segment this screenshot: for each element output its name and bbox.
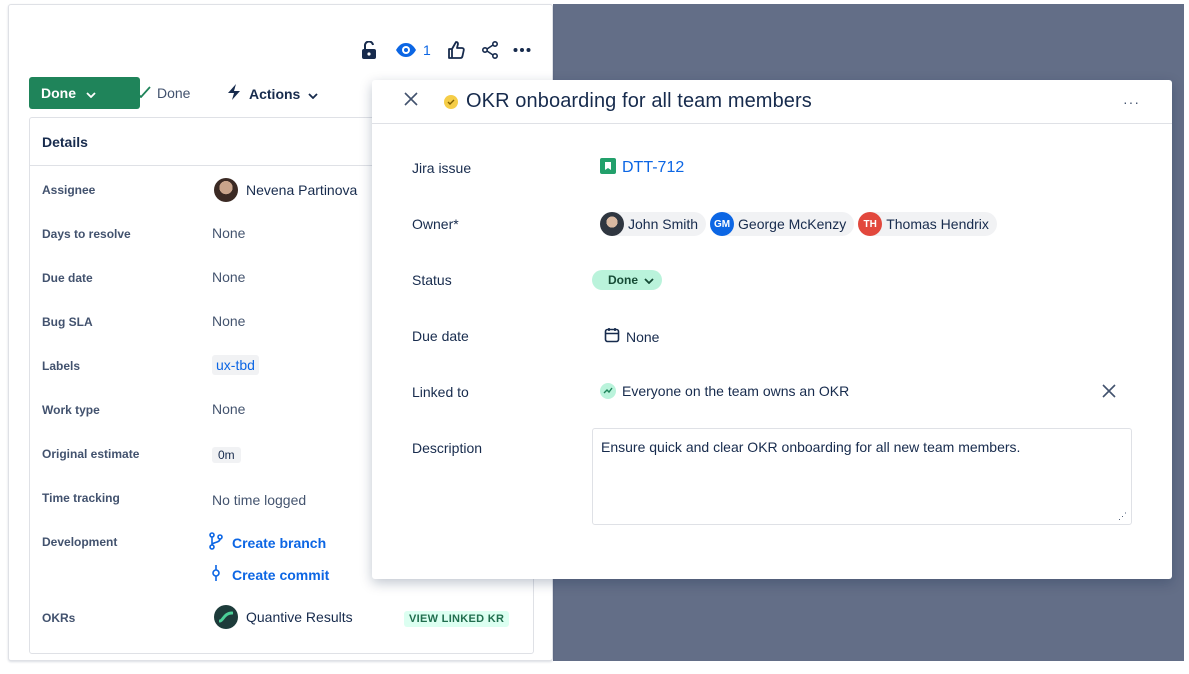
avatar: GM — [710, 212, 735, 236]
chevron-down-icon — [644, 273, 654, 287]
bookmark-icon — [600, 158, 616, 177]
avatar — [214, 178, 238, 202]
days-to-resolve-value[interactable]: None — [212, 225, 245, 241]
work-type-value[interactable]: None — [212, 401, 245, 417]
create-branch-label: Create branch — [232, 534, 327, 551]
okr-app-name: Quantive Results — [246, 609, 353, 625]
status-label: Status — [412, 272, 452, 288]
field-label-days-to-resolve: Days to resolve — [42, 227, 131, 241]
status-value: Done — [592, 270, 662, 290]
description-label: Description — [412, 440, 483, 456]
original-estimate-value[interactable]: 0m — [212, 447, 241, 463]
assignee-value[interactable]: Nevena Partinova — [214, 178, 357, 202]
branch-icon — [208, 532, 224, 553]
field-label-assignee: Assignee — [42, 183, 96, 197]
eye-icon[interactable] — [395, 42, 417, 58]
owner-label: Owner* — [412, 216, 459, 232]
field-label-original-estimate: Original estimate — [42, 447, 140, 461]
owner-chip[interactable]: John Smith — [600, 212, 707, 236]
chevron-down-icon — [308, 86, 318, 102]
actions-label: Actions — [249, 85, 301, 102]
field-label-okrs: OKRs — [42, 611, 76, 625]
resolution-label: Done — [157, 85, 191, 101]
field-label-development: Development — [42, 535, 118, 549]
jira-issue-link[interactable]: DTT-712 — [600, 158, 684, 177]
thumbs-up-icon[interactable] — [447, 41, 465, 59]
status-dropdown-label: Done — [608, 273, 638, 287]
modal-title[interactable]: OKR onboarding for all team members — [466, 90, 812, 113]
owner-list: John Smith GM George McKenzy TH Thomas H… — [600, 212, 1001, 236]
field-label-labels: Labels — [42, 359, 81, 373]
commit-icon — [208, 564, 224, 585]
jira-issue-label: Jira issue — [412, 160, 472, 176]
share-icon[interactable] — [481, 41, 499, 59]
create-commit-label: Create commit — [232, 566, 330, 583]
status-transition-button[interactable]: Done — [29, 77, 140, 109]
linked-to-value[interactable]: Everyone on the team owns an OKR — [600, 383, 849, 399]
field-label-bug-sla: Bug SLA — [42, 315, 93, 329]
status-button-label: Done — [41, 85, 76, 101]
more-options-button[interactable]: ··· — [1123, 94, 1140, 110]
okr-detail-modal: OKR onboarding for all team members ··· … — [372, 80, 1172, 579]
linked-okr-title: Everyone on the team owns an OKR — [622, 383, 850, 399]
due-date-text: None — [626, 328, 660, 345]
okrs-value[interactable]: Quantive Results — [214, 605, 353, 629]
field-label-work-type: Work type — [42, 403, 100, 417]
watch-count[interactable]: 1 — [423, 42, 431, 58]
time-tracking-value[interactable]: No time logged — [212, 492, 306, 508]
issue-toolbar: 1 — [361, 41, 531, 59]
close-icon[interactable] — [404, 92, 418, 111]
status-dropdown[interactable]: Done — [592, 270, 662, 290]
description-field[interactable]: Ensure quick and clear OKR onboarding fo… — [592, 428, 1132, 525]
estimate-tag: 0m — [212, 447, 241, 463]
linked-to-label: Linked to — [412, 384, 469, 400]
assignee-name: Nevena Partinova — [246, 182, 358, 198]
avatar — [600, 212, 624, 236]
owner-chip[interactable]: GM George McKenzy — [710, 212, 855, 236]
create-branch-link[interactable]: Create branch — [208, 532, 326, 553]
owner-name: George McKenzy — [738, 216, 847, 232]
field-label-due-date: Due date — [42, 271, 93, 285]
chevron-down-icon — [86, 85, 96, 101]
calendar-icon — [604, 327, 620, 346]
view-linked-kr-button[interactable]: VIEW LINKED KR — [404, 611, 510, 627]
remove-link-icon[interactable] — [1102, 384, 1116, 403]
due-date-value[interactable]: None — [212, 269, 245, 285]
more-horizontal-icon[interactable] — [513, 47, 531, 53]
label-tag[interactable]: ux-tbd — [212, 355, 259, 375]
resolution-indicator: Done — [135, 85, 190, 101]
bug-sla-value[interactable]: None — [212, 313, 245, 329]
due-date-label: Due date — [412, 328, 469, 344]
due-date-field[interactable]: None — [604, 327, 659, 346]
unlock-icon[interactable] — [361, 41, 377, 59]
owner-name: John Smith — [628, 216, 699, 232]
checkmark-icon — [135, 85, 151, 101]
resize-handle-icon[interactable]: ⋰ — [1118, 511, 1127, 522]
jira-issue-key: DTT-712 — [622, 158, 685, 176]
create-commit-link[interactable]: Create commit — [208, 564, 329, 585]
modal-header: OKR onboarding for all team members ··· — [372, 80, 1172, 124]
owner-chip[interactable]: TH Thomas Hendrix — [858, 212, 997, 236]
owner-name: Thomas Hendrix — [886, 216, 989, 232]
okr-status-check-icon — [444, 94, 458, 109]
field-label-time-tracking: Time tracking — [42, 491, 120, 505]
lightning-icon — [227, 83, 241, 104]
quantive-logo-icon — [214, 605, 238, 629]
actions-button[interactable]: Actions — [227, 83, 318, 104]
labels-value[interactable]: ux-tbd — [212, 355, 259, 375]
trend-line-icon — [600, 383, 616, 399]
avatar: TH — [858, 212, 883, 236]
description-text: Ensure quick and clear OKR onboarding fo… — [601, 439, 1021, 455]
